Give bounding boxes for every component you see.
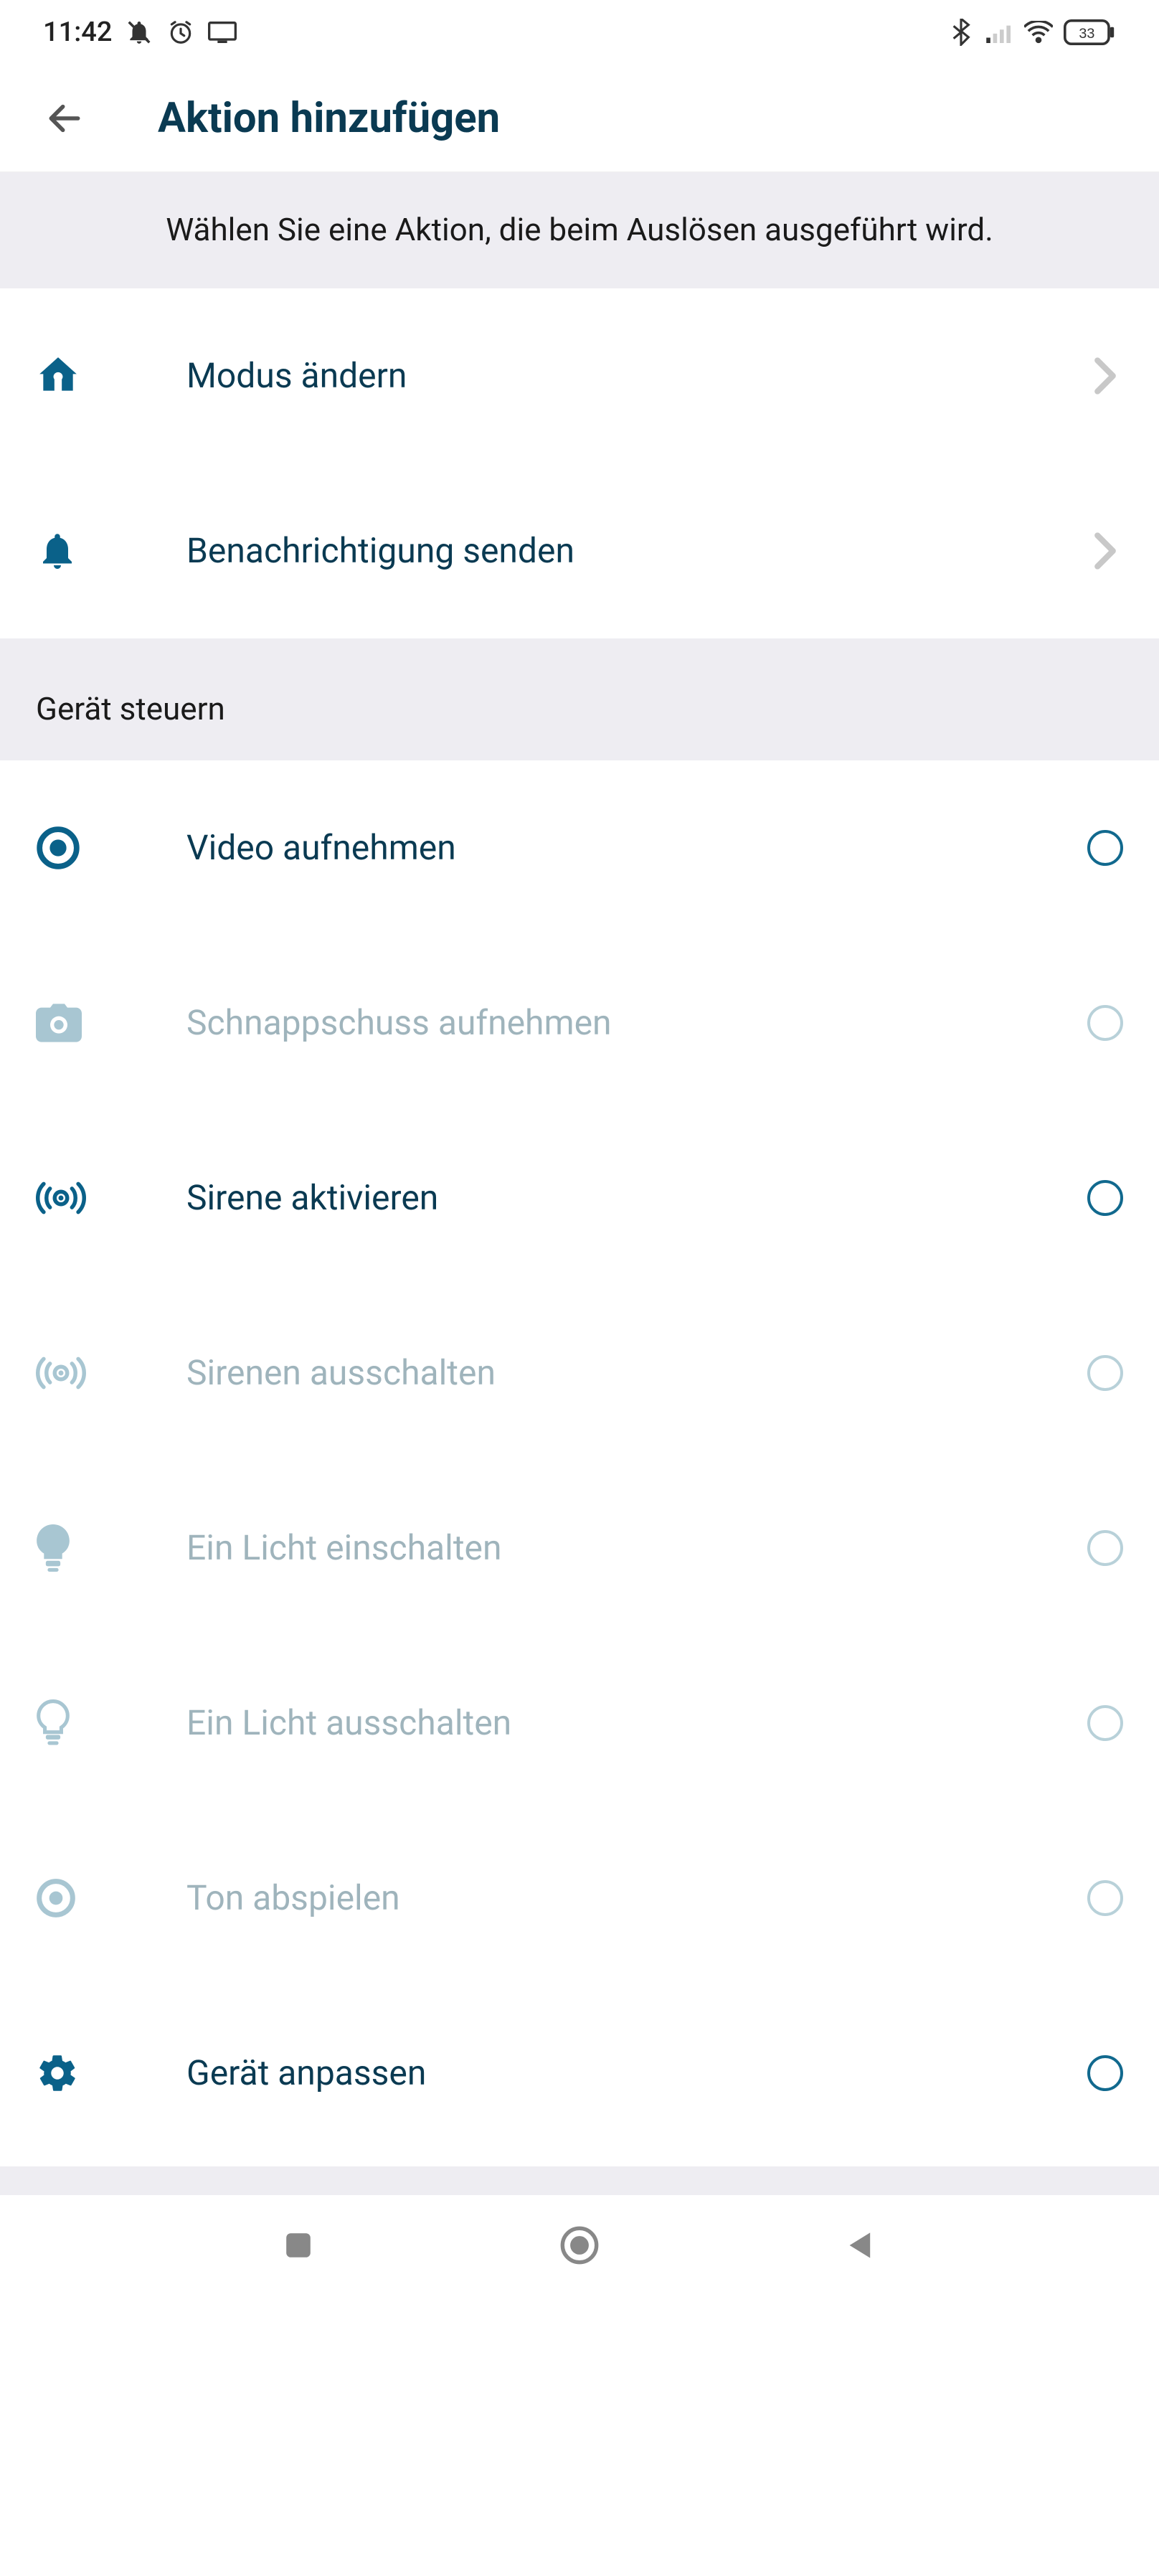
cast-icon — [208, 18, 237, 47]
nav-home-button[interactable] — [554, 2220, 605, 2270]
bulb-off-icon — [36, 1699, 100, 1747]
action-label: Ton abspielen — [186, 1877, 1087, 1918]
action-row-light-off[interactable]: Ein Licht ausschalten — [0, 1636, 1159, 1811]
app-header: Aktion hinzufügen — [0, 65, 1159, 172]
radio-button[interactable] — [1087, 1530, 1123, 1566]
action-row-siren-off[interactable]: Sirenen ausschalten — [0, 1285, 1159, 1461]
action-row-mode[interactable]: Modus ändern — [0, 288, 1159, 463]
bulb-on-icon — [36, 1524, 100, 1572]
wifi-icon — [1024, 18, 1053, 47]
gear-icon — [36, 2052, 100, 2095]
radio-button[interactable] — [1087, 1180, 1123, 1216]
chevron-right-icon — [1087, 357, 1123, 395]
mute-icon — [125, 18, 153, 47]
action-label: Sirene aktivieren — [186, 1177, 1087, 1218]
status-right: 33 — [947, 18, 1116, 47]
action-label: Video aufnehmen — [186, 827, 1087, 868]
page-title: Aktion hinzufügen — [158, 94, 500, 143]
svg-text:33: 33 — [1079, 26, 1094, 42]
instruction-text: Wählen Sie eine Aktion, die beim Auslöse… — [0, 172, 1159, 288]
nav-recent-button[interactable] — [273, 2220, 323, 2270]
sound-icon — [36, 1878, 100, 1918]
bluetooth-icon — [947, 18, 975, 47]
record-icon — [36, 826, 100, 870]
nav-back-button[interactable] — [836, 2220, 886, 2270]
radio-button[interactable] — [1087, 830, 1123, 866]
siren-icon — [36, 1179, 100, 1217]
action-row-record-video[interactable]: Video aufnehmen — [0, 760, 1159, 935]
radio-button[interactable] — [1087, 2055, 1123, 2091]
section-header-device: Gerät steuern — [0, 657, 1159, 760]
action-row-snapshot[interactable]: Schnappschuss aufnehmen — [0, 935, 1159, 1110]
action-label: Ein Licht einschalten — [186, 1527, 1087, 1568]
action-row-notification[interactable]: Benachrichtigung senden — [0, 463, 1159, 638]
bottom-gap — [0, 2166, 1159, 2195]
action-row-light-on[interactable]: Ein Licht einschalten — [0, 1461, 1159, 1636]
signal-icon — [985, 18, 1014, 47]
action-label: Modus ändern — [186, 355, 1087, 396]
status-time: 11:42 — [43, 16, 112, 48]
section-gap — [0, 638, 1159, 657]
radio-button[interactable] — [1087, 1880, 1123, 1916]
action-row-play-sound[interactable]: Ton abspielen — [0, 1811, 1159, 1986]
back-button[interactable] — [43, 97, 86, 140]
action-label: Gerät anpassen — [186, 2052, 1087, 2093]
action-label: Sirenen ausschalten — [186, 1352, 1087, 1393]
action-label: Ein Licht ausschalten — [186, 1702, 1087, 1743]
status-left: 11:42 — [43, 16, 237, 48]
status-bar: 11:42 33 — [0, 0, 1159, 65]
radio-button[interactable] — [1087, 1705, 1123, 1741]
alarm-icon — [166, 18, 195, 47]
camera-icon — [36, 1003, 100, 1043]
radio-button[interactable] — [1087, 1005, 1123, 1041]
radio-button[interactable] — [1087, 1355, 1123, 1391]
action-row-siren-on[interactable]: Sirene aktivieren — [0, 1110, 1159, 1285]
home-icon — [36, 354, 100, 398]
system-nav-bar — [0, 2195, 1159, 2296]
chevron-right-icon — [1087, 532, 1123, 570]
action-label: Benachrichtigung senden — [186, 530, 1087, 571]
bell-icon — [36, 529, 100, 572]
siren-off-icon — [36, 1354, 100, 1392]
action-label: Schnappschuss aufnehmen — [186, 1002, 1087, 1043]
battery-icon: 33 — [1063, 19, 1116, 45]
action-row-adjust-device[interactable]: Gerät anpassen — [0, 1986, 1159, 2161]
